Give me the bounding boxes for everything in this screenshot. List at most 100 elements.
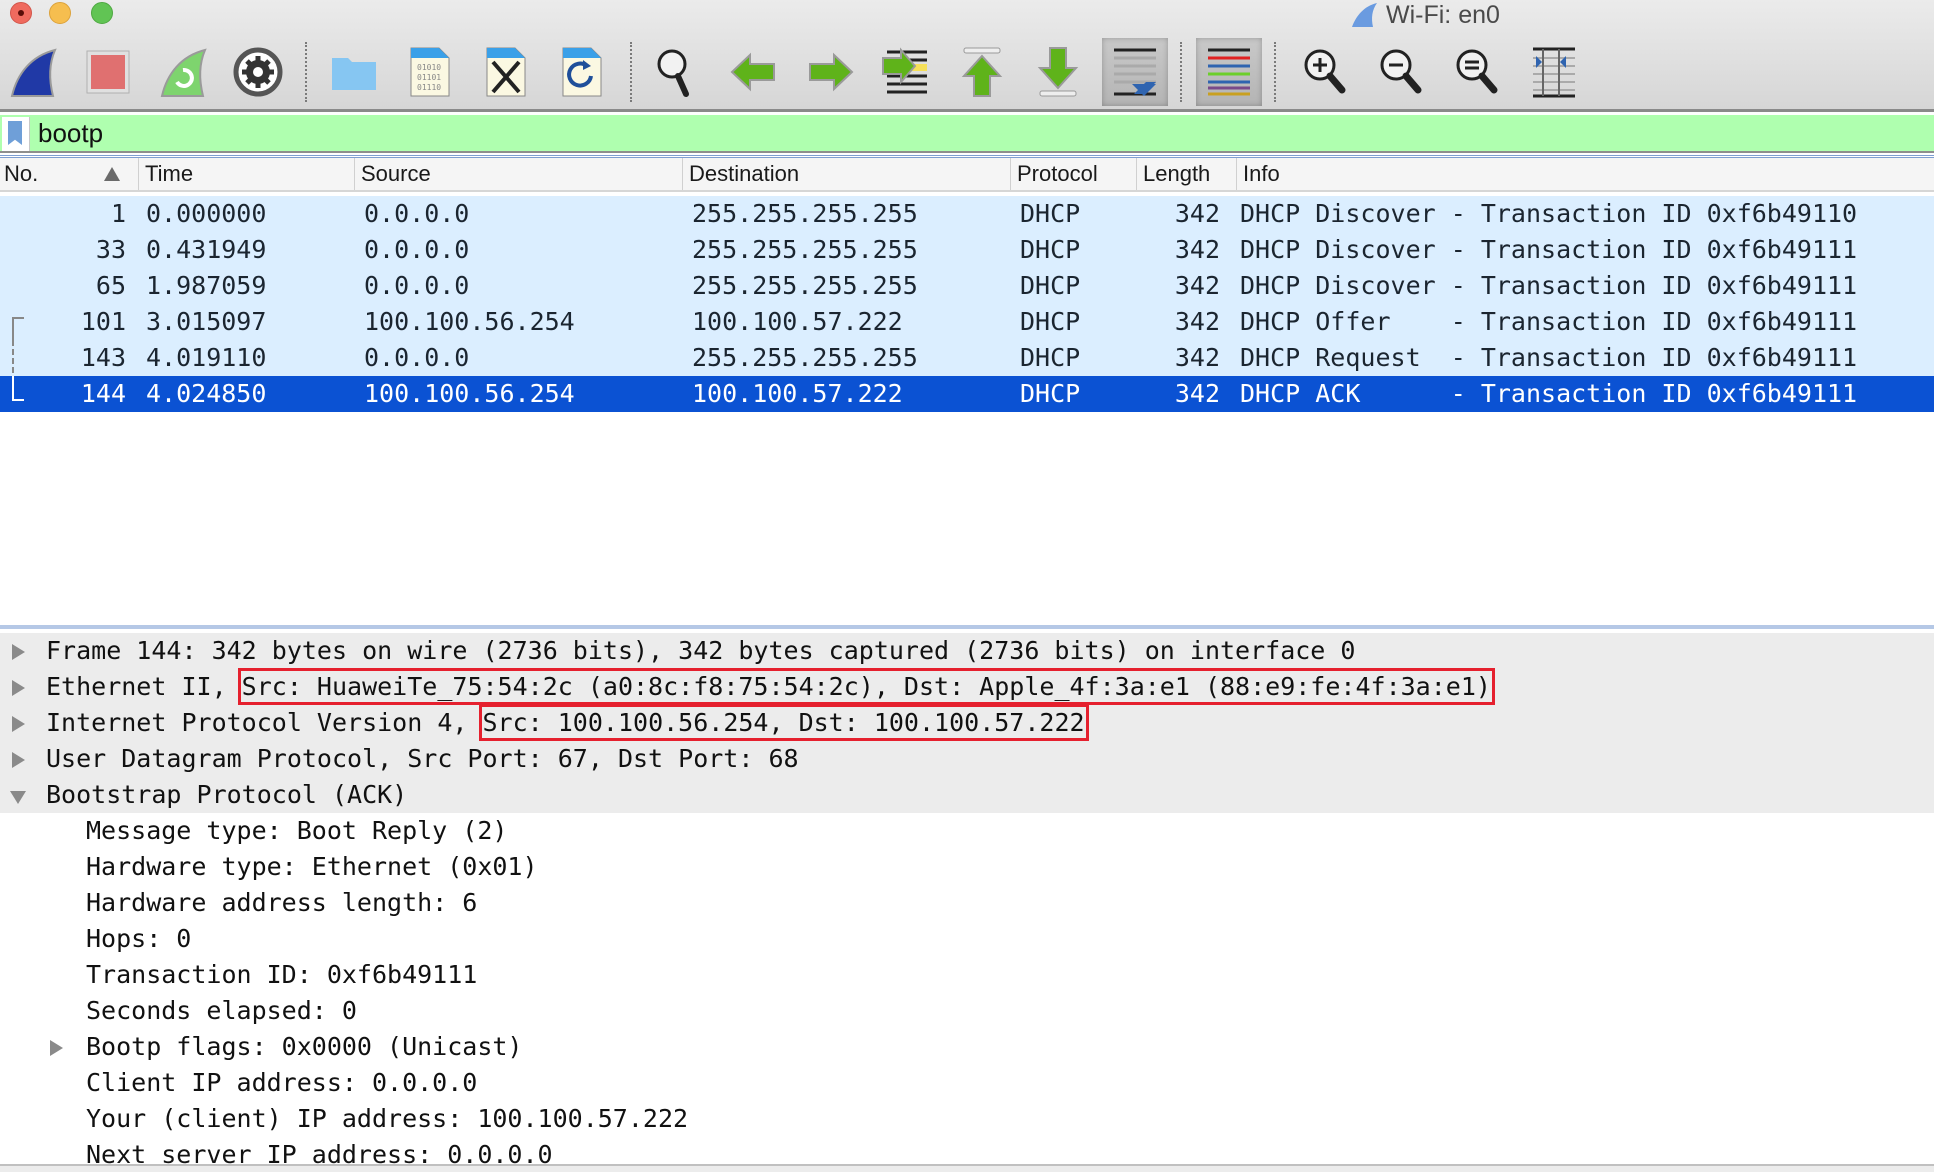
packet-list-header: No. Time Source Destination Protocol Len… bbox=[0, 158, 1934, 192]
toolbar-separator bbox=[1274, 42, 1276, 102]
find-packet-button[interactable] bbox=[648, 42, 708, 102]
tree-item-frame[interactable]: Frame 144: 342 bytes on wire (2736 bits)… bbox=[0, 633, 1934, 669]
open-file-button[interactable] bbox=[324, 42, 384, 102]
column-header-source[interactable]: Source bbox=[354, 158, 682, 190]
tree-field[interactable]: Client IP address: 0.0.0.0 bbox=[0, 1065, 1934, 1101]
packet-row[interactable]: 65 1.987059 0.0.0.0 255.255.255.255 DHCP… bbox=[0, 268, 1934, 304]
resize-columns-button[interactable] bbox=[1524, 42, 1584, 102]
pane-splitter[interactable] bbox=[0, 1164, 1934, 1172]
minimize-window-button[interactable] bbox=[49, 2, 71, 24]
tree-field-label: Your (client) IP address: 100.100.57.222 bbox=[86, 1104, 689, 1133]
packet-source: 0.0.0.0 bbox=[364, 343, 470, 372]
tree-item-ethernet[interactable]: Ethernet II, Src: HuaweiTe_75:54:2c (a0:… bbox=[0, 668, 1934, 705]
jump-to-packet-icon bbox=[882, 47, 927, 94]
column-header-info[interactable]: Info bbox=[1236, 158, 1934, 190]
tree-item-prefix: Internet Protocol Version 4, bbox=[46, 708, 483, 737]
normal-size-button[interactable] bbox=[1448, 42, 1508, 102]
close-file-button[interactable] bbox=[476, 42, 536, 102]
save-file-button[interactable]: 01010 01101 01110 bbox=[400, 42, 460, 102]
tree-field[interactable]: Your (client) IP address: 100.100.57.222 bbox=[0, 1101, 1934, 1137]
packet-time: 1.987059 bbox=[146, 271, 267, 300]
zoom-in-button[interactable] bbox=[1296, 42, 1356, 102]
column-header-label: No. bbox=[4, 161, 39, 186]
packet-time: 0.431949 bbox=[146, 235, 267, 264]
packet-source: 0.0.0.0 bbox=[364, 199, 470, 228]
tree-field-label: Hardware type: Ethernet (0x01) bbox=[86, 852, 538, 881]
expand-arrow-icon[interactable] bbox=[12, 644, 25, 660]
window-chrome: Wi-Fi: en0 01010 01101 01110 bbox=[0, 0, 1934, 112]
tree-item-udp[interactable]: User Datagram Protocol, Src Port: 67, Ds… bbox=[0, 741, 1934, 777]
tree-item-label: Frame 144: 342 bytes on wire (2736 bits)… bbox=[46, 636, 1356, 665]
column-header-length[interactable]: Length bbox=[1136, 158, 1236, 190]
resize-columns-icon bbox=[1533, 47, 1575, 98]
tree-field[interactable]: Seconds elapsed: 0 bbox=[0, 993, 1934, 1029]
packet-length: 342 bbox=[1174, 343, 1220, 372]
main-toolbar: 01010 01101 01110 bbox=[0, 38, 1934, 108]
tree-field-label: Bootp flags: 0x0000 (Unicast) bbox=[86, 1032, 523, 1061]
tree-item-bootstrap[interactable]: Bootstrap Protocol (ACK) bbox=[0, 777, 1934, 813]
maximize-window-button[interactable] bbox=[91, 2, 113, 24]
close-file-icon bbox=[486, 47, 526, 97]
display-filter-input[interactable] bbox=[38, 115, 1918, 151]
packet-info: DHCP Discover - Transaction ID 0xf6b4911… bbox=[1240, 199, 1858, 228]
window-title-text: Wi-Fi: en0 bbox=[1386, 0, 1500, 29]
tree-field[interactable]: Hardware address length: 6 bbox=[0, 885, 1934, 921]
packet-info: DHCP Offer - Transaction ID 0xf6b49111 bbox=[1240, 307, 1858, 336]
expand-arrow-icon[interactable] bbox=[12, 752, 25, 768]
restart-capture-button[interactable] bbox=[154, 42, 214, 102]
packet-row[interactable]: 101 3.015097 100.100.56.254 100.100.57.2… bbox=[0, 304, 1934, 340]
svg-text:01010: 01010 bbox=[417, 63, 441, 72]
packet-no: 143 bbox=[80, 343, 126, 372]
packet-length: 342 bbox=[1174, 379, 1220, 408]
expand-arrow-icon[interactable] bbox=[12, 680, 25, 696]
tree-field-label: Seconds elapsed: 0 bbox=[86, 996, 357, 1025]
svg-text:01101: 01101 bbox=[417, 73, 441, 82]
tree-field-bootp-flags[interactable]: Bootp flags: 0x0000 (Unicast) bbox=[0, 1029, 1934, 1065]
colorize-button[interactable] bbox=[1196, 38, 1262, 106]
tree-item-ipv4[interactable]: Internet Protocol Version 4, Src: 100.10… bbox=[0, 704, 1934, 741]
tree-item-label: Bootstrap Protocol (ACK) bbox=[46, 780, 408, 809]
tree-field-label: Transaction ID: 0xf6b49111 bbox=[86, 960, 478, 989]
expand-arrow-icon[interactable] bbox=[12, 716, 25, 732]
column-header-time[interactable]: Time bbox=[138, 158, 354, 190]
toolbar-separator bbox=[630, 42, 632, 102]
column-header-no[interactable]: No. bbox=[0, 158, 140, 190]
packet-destination: 255.255.255.255 bbox=[692, 235, 918, 264]
column-header-destination[interactable]: Destination bbox=[682, 158, 1010, 190]
expand-arrow-icon[interactable] bbox=[50, 1040, 63, 1056]
tree-field[interactable]: Transaction ID: 0xf6b49111 bbox=[0, 957, 1934, 993]
column-header-protocol[interactable]: Protocol bbox=[1010, 158, 1136, 190]
packet-row[interactable]: 143 4.019110 0.0.0.0 255.255.255.255 DHC… bbox=[0, 340, 1934, 376]
gear-icon bbox=[233, 47, 283, 97]
go-last-packet-button[interactable] bbox=[1028, 42, 1088, 102]
capture-options-button[interactable] bbox=[228, 42, 288, 102]
packet-row-selected[interactable]: 144 4.024850 100.100.56.254 100.100.57.2… bbox=[0, 376, 1934, 412]
window-title: Wi-Fi: en0 bbox=[1350, 0, 1500, 30]
stop-capture-button[interactable] bbox=[78, 42, 138, 102]
close-window-button[interactable] bbox=[10, 2, 32, 24]
arrow-left-icon bbox=[730, 52, 775, 92]
packet-length: 342 bbox=[1174, 271, 1220, 300]
zoom-out-button[interactable] bbox=[1372, 42, 1432, 102]
packet-protocol: DHCP bbox=[1020, 343, 1081, 372]
go-first-packet-button[interactable] bbox=[952, 42, 1012, 102]
go-back-button[interactable] bbox=[724, 42, 784, 102]
auto-scroll-button[interactable] bbox=[1102, 38, 1168, 106]
tree-item-label: Ethernet II, Src: HuaweiTe_75:54:2c (a0:… bbox=[46, 668, 1495, 705]
packet-no: 33 bbox=[95, 235, 126, 264]
go-forward-button[interactable] bbox=[800, 42, 860, 102]
tree-field-label: Hardware address length: 6 bbox=[86, 888, 478, 917]
packet-row[interactable]: 33 0.431949 0.0.0.0 255.255.255.255 DHCP… bbox=[0, 232, 1934, 268]
tree-field[interactable]: Hops: 0 bbox=[0, 921, 1934, 957]
filter-bookmark-button[interactable] bbox=[2, 117, 30, 151]
collapse-arrow-icon[interactable] bbox=[10, 791, 26, 804]
packet-protocol: DHCP bbox=[1020, 199, 1081, 228]
go-to-packet-button[interactable] bbox=[876, 42, 936, 102]
tree-field[interactable]: Hardware type: Ethernet (0x01) bbox=[0, 849, 1934, 885]
zoom-in-icon bbox=[1304, 49, 1346, 94]
packet-row[interactable]: 1 0.000000 0.0.0.0 255.255.255.255 DHCP … bbox=[0, 196, 1934, 232]
reload-file-button[interactable] bbox=[552, 42, 612, 102]
binary-file-icon: 010100110101110 bbox=[410, 47, 450, 97]
tree-field[interactable]: Message type: Boot Reply (2) bbox=[0, 813, 1934, 849]
start-capture-button[interactable] bbox=[4, 42, 64, 102]
